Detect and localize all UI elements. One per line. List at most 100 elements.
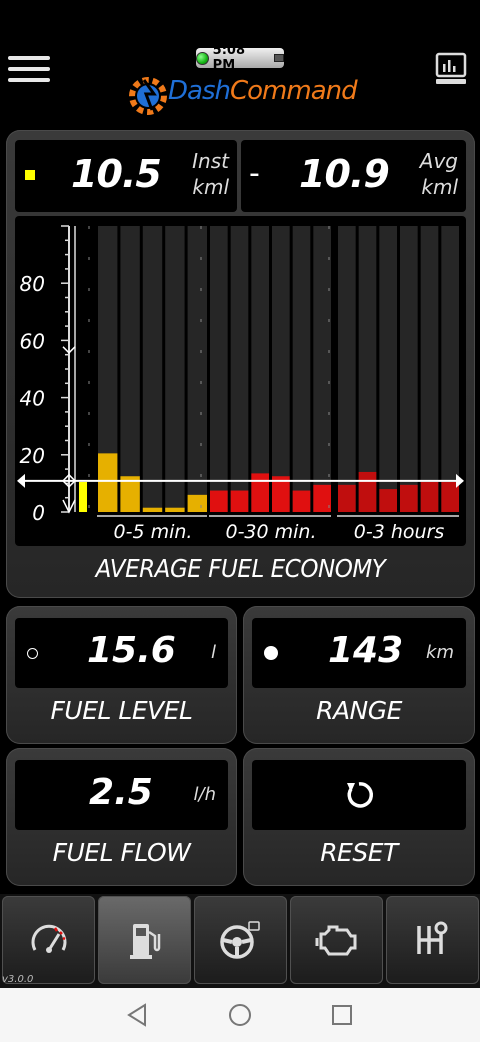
bar-background: [165, 226, 185, 512]
data-bar: [251, 473, 269, 512]
range-display: 143 km: [252, 618, 466, 688]
bar-background: [441, 226, 459, 512]
back-button[interactable]: [123, 1000, 153, 1030]
bar-background: [379, 226, 397, 512]
bar-background: [142, 226, 163, 512]
tab-diagnostics[interactable]: [290, 896, 383, 984]
tab-gauges[interactable]: [2, 896, 95, 984]
group-label: 0-3 hours: [354, 521, 445, 543]
data-bar: [142, 507, 163, 512]
logo-gear-icon: [129, 77, 167, 115]
range-value: 143: [328, 630, 404, 671]
version-label: v3.0.0: [2, 974, 34, 985]
data-bar: [358, 471, 377, 512]
instant-value-bar: [79, 481, 87, 512]
fuel-flow-display: 2.5 l/h: [15, 760, 228, 830]
system-navigation-bar: [0, 988, 480, 1042]
fuel-level-display: 15.6 l: [15, 618, 228, 688]
steering-wheel-icon: [219, 921, 260, 959]
average-unit-value: kml: [421, 175, 458, 199]
fuel-pump-icon: [129, 924, 160, 959]
instant-unit-value: kml: [192, 175, 229, 199]
menu-icon-bar: [8, 78, 50, 82]
tab-driving[interactable]: [194, 896, 287, 984]
y-tick-label: 60: [20, 329, 45, 353]
battery-icon: [274, 54, 284, 62]
group-label: 0-30 min.: [225, 521, 316, 543]
instant-economy-display: 10.5 Inst kml: [15, 140, 237, 212]
average-unit-label: Avg: [419, 149, 458, 173]
data-bar: [292, 490, 311, 512]
range-unit: km: [426, 642, 454, 663]
logo-text-dash: Dash: [168, 76, 231, 106]
tab-transmission[interactable]: [386, 896, 479, 984]
bar-background: [251, 226, 269, 512]
bar-background: [358, 226, 377, 512]
instant-economy-value: 10.5: [71, 152, 162, 196]
reset-button[interactable]: RESET: [243, 748, 475, 886]
data-bar: [313, 484, 331, 512]
status-indicator: 5:08 PM: [196, 43, 284, 73]
app-logo: DashCommand: [126, 66, 358, 120]
monitor-icon: [435, 52, 467, 84]
menu-button[interactable]: [8, 56, 50, 84]
group-label: 0-5 min.: [114, 521, 193, 543]
gauge-icon: [31, 924, 66, 953]
recents-icon: [332, 1005, 352, 1025]
reset-label: RESET: [320, 838, 398, 867]
y-tick-label: 20: [20, 444, 45, 468]
bar-background: [338, 226, 356, 512]
bar-background: [230, 226, 249, 512]
range-panel: 143 km RANGE: [243, 606, 475, 744]
average-line-right-arrow: [456, 473, 464, 488]
bar-background: [400, 226, 418, 512]
instant-unit-label: Inst: [192, 149, 229, 173]
bar-background: [313, 226, 331, 512]
data-bar: [165, 507, 185, 512]
y-tick-label: 80: [20, 272, 45, 296]
fuel-flow-label: FUEL FLOW: [52, 838, 191, 867]
back-icon: [127, 1003, 146, 1027]
range-label: RANGE: [316, 696, 402, 725]
logo-text: DashCommand: [168, 76, 358, 106]
bar-background: [272, 226, 290, 512]
instant-series-swatch: [25, 170, 35, 180]
tab-fuel[interactable]: [98, 896, 191, 984]
average-series-swatch: -: [249, 156, 260, 191]
display-settings-button[interactable]: [434, 52, 468, 86]
bar-background: [420, 226, 439, 512]
recents-button[interactable]: [327, 1000, 357, 1030]
bar-background: [292, 226, 311, 512]
reset-icon: [347, 782, 374, 808]
fuel-level-unit: l: [210, 642, 216, 663]
data-bar: [187, 494, 207, 512]
fuel-flow-panel: 2.5 l/h FUEL FLOW: [6, 748, 237, 886]
average-economy-unit: Avg kml: [420, 148, 458, 200]
menu-icon-bar: [8, 67, 50, 71]
y-tick-label: 40: [20, 387, 45, 411]
gear-shifter-icon: [416, 921, 447, 954]
average-economy-value: 10.9: [299, 152, 390, 196]
instant-economy-unit: Inst kml: [192, 148, 229, 200]
data-bar: [338, 484, 356, 512]
home-button[interactable]: [225, 1000, 255, 1030]
check-engine-icon: [315, 925, 356, 956]
menu-icon-bar: [8, 56, 50, 60]
bar-background: [210, 226, 228, 512]
y-tick-label: 0: [32, 501, 45, 525]
range-indicator-icon: [264, 646, 278, 660]
reset-display: [252, 760, 466, 830]
fuel-economy-panel: 10.5 Inst kml - 10.9 Avg kml 0 20 40 60 80 0-…: [6, 130, 475, 598]
bar-background: [187, 226, 207, 512]
fuel-level-value: 15.6: [87, 630, 176, 671]
fuel-level-indicator-icon: [27, 648, 38, 659]
fuel-level-label: FUEL LEVEL: [50, 696, 193, 725]
connection-status-icon: [196, 51, 209, 65]
data-bar: [230, 490, 249, 512]
bar-background: [120, 226, 140, 512]
data-bar: [400, 484, 418, 512]
data-bar: [379, 489, 397, 512]
bottom-navigation: [0, 894, 480, 988]
average-economy-display: - 10.9 Avg kml: [241, 140, 466, 212]
data-bar: [98, 453, 118, 512]
